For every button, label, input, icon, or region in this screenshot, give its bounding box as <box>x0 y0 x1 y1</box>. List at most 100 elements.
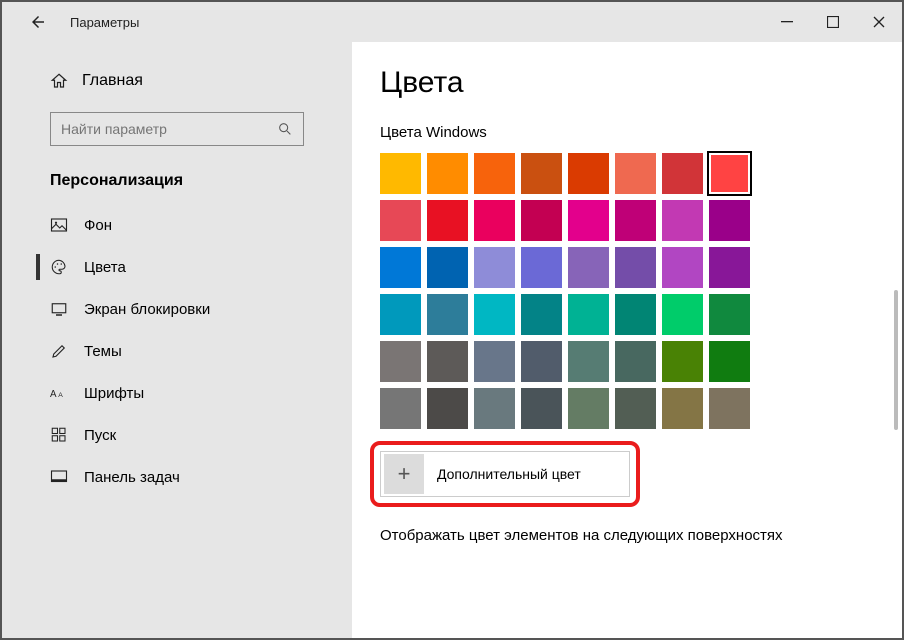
nav-item-taskbar[interactable]: Панель задач <box>2 456 352 498</box>
nav-label: Экран блокировки <box>84 301 210 318</box>
custom-color-button[interactable]: + Дополнительный цвет <box>380 451 630 497</box>
color-swatch-grid <box>380 153 902 429</box>
color-swatch[interactable] <box>380 200 421 241</box>
nav-item-background[interactable]: Фон <box>2 204 352 246</box>
color-swatch[interactable] <box>380 153 421 194</box>
color-swatch[interactable] <box>709 294 750 335</box>
swatch-row <box>380 247 902 288</box>
color-swatch[interactable] <box>709 247 750 288</box>
color-swatch[interactable] <box>662 200 703 241</box>
color-swatch[interactable] <box>427 388 468 429</box>
color-swatch[interactable] <box>662 341 703 382</box>
swatch-row <box>380 200 902 241</box>
settings-window: Параметры Главная Персонализация Фон <box>0 0 904 640</box>
swatch-row <box>380 153 902 194</box>
nav-item-start[interactable]: Пуск <box>2 414 352 456</box>
titlebar: Параметры <box>2 2 902 42</box>
color-swatch[interactable] <box>427 247 468 288</box>
color-swatch[interactable] <box>521 153 562 194</box>
color-swatch[interactable] <box>427 341 468 382</box>
window-controls <box>764 2 902 42</box>
search-icon <box>277 121 293 137</box>
color-swatch[interactable] <box>427 200 468 241</box>
lockscreen-icon <box>50 300 68 318</box>
surface-heading: Отображать цвет элементов на следующих п… <box>380 527 902 544</box>
nav-item-lockscreen[interactable]: Экран блокировки <box>2 288 352 330</box>
color-swatch[interactable] <box>568 200 609 241</box>
color-swatch[interactable] <box>662 247 703 288</box>
home-link[interactable]: Главная <box>2 66 352 96</box>
sidebar: Главная Персонализация Фон Цвета Экран б <box>2 42 352 638</box>
color-swatch[interactable] <box>521 341 562 382</box>
color-swatch[interactable] <box>380 388 421 429</box>
svg-text:A: A <box>58 392 63 399</box>
color-swatch[interactable] <box>568 294 609 335</box>
color-swatch[interactable] <box>568 341 609 382</box>
color-swatch[interactable] <box>709 200 750 241</box>
titlebar-left: Параметры <box>2 8 139 36</box>
nav-item-fonts[interactable]: AA Шрифты <box>2 372 352 414</box>
home-label: Главная <box>82 72 143 90</box>
color-swatch[interactable] <box>709 341 750 382</box>
color-swatch[interactable] <box>615 341 656 382</box>
color-swatch[interactable] <box>380 247 421 288</box>
color-swatch[interactable] <box>521 200 562 241</box>
content-area: Главная Персонализация Фон Цвета Экран б <box>2 42 902 638</box>
search-input[interactable] <box>61 121 277 137</box>
color-swatch[interactable] <box>615 294 656 335</box>
color-swatch[interactable] <box>474 200 515 241</box>
color-swatch[interactable] <box>521 388 562 429</box>
color-swatch[interactable] <box>662 388 703 429</box>
start-icon <box>50 426 68 444</box>
color-swatch[interactable] <box>427 153 468 194</box>
color-swatch[interactable] <box>427 294 468 335</box>
color-swatch[interactable] <box>521 247 562 288</box>
color-swatch[interactable] <box>568 247 609 288</box>
swatch-row <box>380 388 902 429</box>
nav-label: Панель задач <box>84 469 180 486</box>
search-box[interactable] <box>50 112 304 146</box>
nav-label: Темы <box>84 343 122 360</box>
color-swatch[interactable] <box>662 153 703 194</box>
scrollbar-thumb[interactable] <box>894 290 898 430</box>
color-swatch[interactable] <box>521 294 562 335</box>
color-swatch[interactable] <box>380 341 421 382</box>
nav-item-themes[interactable]: Темы <box>2 330 352 372</box>
close-button[interactable] <box>856 2 902 42</box>
back-button[interactable] <box>24 8 52 36</box>
color-swatch[interactable] <box>662 294 703 335</box>
picture-icon <box>50 216 68 234</box>
svg-text:A: A <box>50 389 57 400</box>
plus-icon: + <box>384 454 424 494</box>
nav-label: Пуск <box>84 427 116 444</box>
main-panel: Цвета Цвета Windows + Дополнительный цве… <box>352 42 902 638</box>
home-icon <box>50 72 68 90</box>
minimize-icon <box>781 16 793 28</box>
maximize-icon <box>827 16 839 28</box>
color-swatch[interactable] <box>615 388 656 429</box>
minimize-button[interactable] <box>764 2 810 42</box>
window-title: Параметры <box>70 15 139 30</box>
color-swatch[interactable] <box>474 247 515 288</box>
color-swatch[interactable] <box>615 153 656 194</box>
color-swatch[interactable] <box>474 388 515 429</box>
color-swatch[interactable] <box>709 388 750 429</box>
color-swatch[interactable] <box>568 153 609 194</box>
color-swatch[interactable] <box>380 294 421 335</box>
page-title: Цвета <box>380 66 902 100</box>
color-swatch[interactable] <box>474 294 515 335</box>
color-swatch[interactable] <box>568 388 609 429</box>
color-swatch[interactable] <box>615 200 656 241</box>
color-swatch[interactable] <box>474 153 515 194</box>
color-swatch[interactable] <box>474 341 515 382</box>
section-title: Персонализация <box>50 172 352 190</box>
nav-list: Фон Цвета Экран блокировки Темы AA Шрифт… <box>2 204 352 498</box>
swatch-row <box>380 294 902 335</box>
color-swatch[interactable] <box>709 153 750 194</box>
nav-item-colors[interactable]: Цвета <box>2 246 352 288</box>
maximize-button[interactable] <box>810 2 856 42</box>
color-swatch[interactable] <box>615 247 656 288</box>
palette-icon <box>50 258 68 276</box>
scrollbar[interactable] <box>894 90 900 634</box>
brush-icon <box>50 342 68 360</box>
